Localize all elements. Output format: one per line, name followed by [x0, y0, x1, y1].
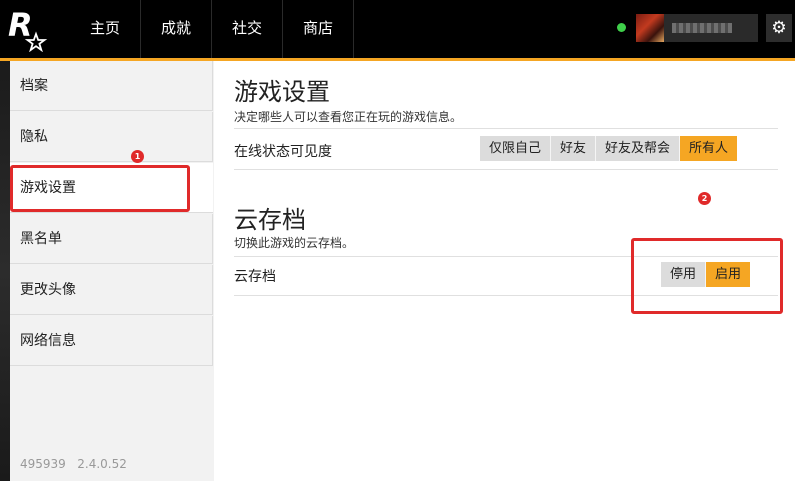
game-settings-subtitle: 决定哪些人可以查看您正在玩的游戏信息。: [234, 110, 463, 124]
background-strip: [0, 61, 10, 481]
divider: [234, 169, 778, 170]
sidebar-item-network-info[interactable]: 网络信息: [10, 316, 213, 366]
visibility-option-friends-crew[interactable]: 好友及帮会: [596, 136, 681, 161]
top-bar: R 主页 成就 社交 商店 ⚙: [0, 0, 795, 58]
gear-icon[interactable]: ⚙: [766, 14, 792, 42]
annotation-marker-2: 2: [698, 192, 711, 205]
nav-home[interactable]: 主页: [70, 0, 140, 58]
sidebar-item-change-avatar[interactable]: 更改头像: [10, 265, 213, 315]
version-number: 2.4.0.52: [77, 457, 127, 471]
annotation-marker-1: 1: [131, 150, 144, 163]
sidebar-item-profile[interactable]: 档案: [10, 61, 213, 111]
online-status-dot: [617, 23, 626, 32]
visibility-label: 在线状态可见度: [234, 144, 332, 160]
cloud-save-label: 云存档: [234, 269, 276, 285]
version-id: 495939: [20, 457, 66, 471]
nav-social[interactable]: 社交: [211, 0, 282, 58]
divider: [234, 128, 778, 129]
annotation-box-1: [10, 165, 190, 212]
game-settings-title: 游戏设置: [234, 78, 330, 106]
cloud-save-title: 云存档: [234, 206, 306, 234]
nav-achievements[interactable]: 成就: [140, 0, 211, 58]
main-nav: 主页 成就 社交 商店: [70, 0, 355, 58]
nav-store[interactable]: 商店: [282, 0, 355, 58]
annotation-box-2: [631, 238, 783, 314]
sidebar-item-blocklist[interactable]: 黑名单: [10, 214, 213, 264]
cloud-save-subtitle: 切换此游戏的云存档。: [234, 236, 355, 250]
svg-text:R: R: [8, 6, 33, 44]
sidebar-item-privacy[interactable]: 隐私: [10, 112, 213, 162]
visibility-option-self[interactable]: 仅限自己: [480, 136, 552, 161]
avatar: [636, 14, 664, 42]
visibility-option-friends[interactable]: 好友: [551, 136, 597, 161]
visibility-segmented-control: 仅限自己 好友 好友及帮会 所有人: [480, 136, 738, 161]
visibility-option-everyone[interactable]: 所有人: [680, 136, 738, 161]
username-blurred: [672, 23, 732, 33]
rockstar-logo-icon[interactable]: R: [6, 6, 48, 52]
profile-button[interactable]: [636, 14, 758, 42]
sidebar: 档案 隐私 游戏设置 黑名单 更改头像 网络信息 495939 2.4.0.52: [10, 61, 214, 481]
version-info: 495939 2.4.0.52: [20, 457, 127, 471]
